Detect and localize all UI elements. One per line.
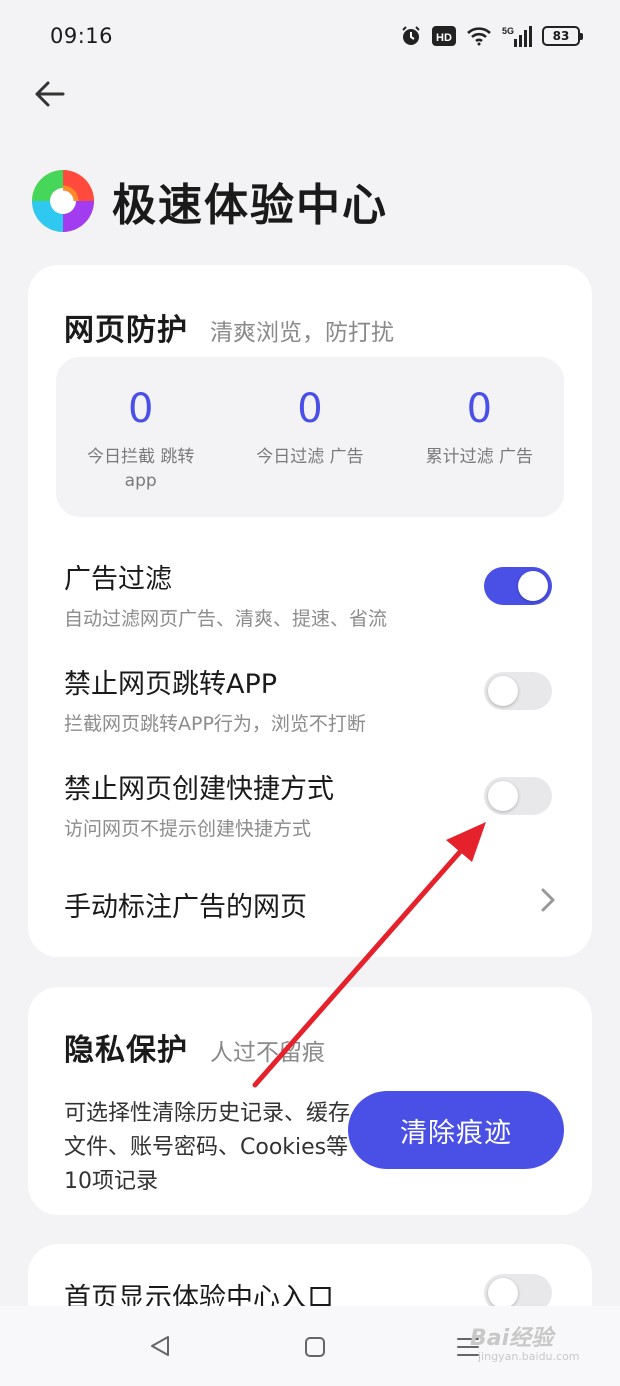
nav-back-icon[interactable]: [148, 1334, 172, 1358]
page-header: 极速体验中心: [30, 168, 388, 234]
setting-block-shortcut[interactable]: 禁止网页创建快捷方式 访问网页不提示创建快捷方式: [64, 767, 556, 841]
stat-value: 0: [127, 386, 154, 432]
chevron-right-icon: [541, 888, 555, 912]
page-title: 极速体验中心: [112, 180, 388, 231]
baidu-watermark-url: jingyan.baidu.com: [478, 1350, 580, 1363]
toggle-knob: [518, 571, 548, 601]
setting-desc: 自动过滤网页广告、清爽、提速、省流: [64, 608, 388, 630]
setting-desc: 访问网页不提示创建快捷方式: [64, 818, 312, 840]
status-time: 09:16: [50, 24, 114, 48]
privacy-description: 可选择性清除历史记录、缓存文件、账号密码、Cookies等10项记录: [64, 1101, 351, 1194]
toggle-knob: [488, 1278, 518, 1308]
privacy-header: 隐私保护 人过不留痕: [64, 1025, 325, 1069]
status-icons: HD 5G 83: [400, 25, 583, 47]
setting-title: 禁止网页跳转APP: [64, 669, 278, 700]
section-subtitle: 清爽浏览，防打扰: [210, 320, 394, 346]
setting-title: 禁止网页创建快捷方式: [64, 774, 334, 805]
section-title: 网页防护: [64, 313, 188, 348]
stat-blocked-app: 0 今日拦截 跳转app: [56, 357, 225, 517]
back-arrow-icon: [35, 81, 65, 107]
hd-icon: HD: [432, 26, 456, 46]
stat-filtered-total: 0 累计过滤 广告: [395, 357, 564, 517]
stat-filtered-today: 0 今日过滤 广告: [225, 357, 394, 517]
ad-filter-toggle[interactable]: [484, 567, 552, 605]
setting-desc: 拦截网页跳转APP行为，浏览不打断: [64, 713, 366, 735]
nav-home-icon[interactable]: [304, 1336, 326, 1358]
stat-value: 0: [466, 386, 493, 432]
stat-label: 今日过滤 广告: [256, 447, 364, 467]
network-type: 5G: [502, 26, 514, 36]
toggle-knob: [488, 676, 518, 706]
swirl-logo-icon: [32, 170, 94, 232]
setting-ad-filter[interactable]: 广告过滤 自动过滤网页广告、清爽、提速、省流: [64, 557, 556, 631]
battery-icon: 83: [542, 26, 583, 46]
section-subtitle: 人过不留痕: [210, 1040, 325, 1066]
wifi-icon: [467, 27, 491, 46]
web-protection-card: 网页防护 清爽浏览，防打扰 0 今日拦截 跳转app 0 今日过滤 广告 0 累…: [28, 265, 592, 957]
manual-mark-ads-row[interactable]: 手动标注广告的网页: [64, 885, 556, 924]
setting-title: 手动标注广告的网页: [64, 892, 307, 923]
5g-signal-icon: 5G: [502, 26, 532, 47]
back-button[interactable]: [30, 74, 70, 114]
section-title: 隐私保护: [64, 1033, 188, 1068]
status-bar: 09:16 HD 5G 83: [0, 0, 620, 72]
stat-label: 累计过滤 广告: [425, 447, 534, 467]
block-app-redirect-toggle[interactable]: [484, 672, 552, 710]
setting-block-app-redirect[interactable]: 禁止网页跳转APP 拦截网页跳转APP行为，浏览不打断: [64, 662, 556, 736]
battery-level: 83: [552, 29, 570, 43]
setting-title: 广告过滤: [64, 564, 172, 595]
toggle-knob: [488, 781, 518, 811]
web-protection-header: 网页防护 清爽浏览，防打扰: [64, 305, 394, 349]
baidu-watermark: Bai经验: [470, 1326, 554, 1351]
block-shortcut-toggle[interactable]: [484, 777, 552, 815]
stats-panel: 0 今日拦截 跳转app 0 今日过滤 广告 0 累计过滤 广告: [56, 357, 564, 517]
alarm-icon: [402, 26, 420, 45]
privacy-card: 隐私保护 人过不留痕 可选择性清除历史记录、缓存文件、账号密码、Cookies等…: [28, 987, 592, 1215]
hd-badge-text: HD: [436, 32, 452, 44]
clear-traces-button[interactable]: 清除痕迹: [348, 1091, 564, 1169]
stat-value: 0: [297, 386, 323, 432]
stat-label: 今日拦截 跳转app: [86, 447, 195, 491]
